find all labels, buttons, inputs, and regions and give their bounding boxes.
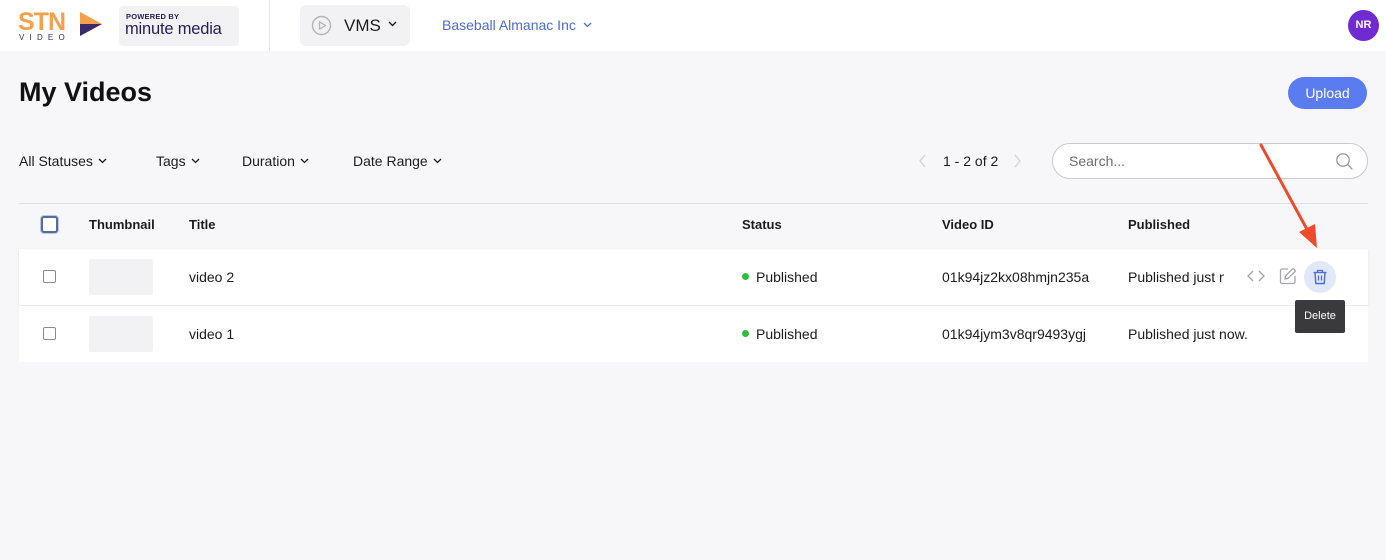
- column-header-title[interactable]: Title: [189, 217, 216, 232]
- video-title[interactable]: video 1: [189, 326, 234, 342]
- duration-filter-label: Duration: [242, 153, 295, 169]
- duration-filter[interactable]: Duration: [242, 153, 309, 169]
- top-bar: STN VIDEO POWERED BY minute media VMS Ba…: [0, 0, 1386, 51]
- select-all-checkbox[interactable]: [41, 216, 58, 233]
- status-filter[interactable]: All Statuses: [19, 153, 107, 169]
- product-label: VMS: [344, 16, 381, 35]
- table-row[interactable]: video 1 Published 01k94jym3v8qr9493ygj P…: [19, 306, 1368, 362]
- play-circle-icon: [311, 15, 332, 36]
- upload-button[interactable]: Upload: [1288, 77, 1367, 109]
- published-text: Published just now.: [1128, 326, 1248, 342]
- code-icon[interactable]: [1246, 266, 1266, 286]
- published-text: Published just now.: [1128, 269, 1224, 285]
- video-id: 01k94jz2kx08hmjn235a: [942, 269, 1090, 285]
- table-row[interactable]: video 2 Published 01k94jz2kx08hmjn235a P…: [19, 249, 1368, 305]
- status-label: Published: [756, 326, 818, 342]
- edit-icon[interactable]: [1278, 266, 1298, 286]
- column-header-thumbnail: Thumbnail: [89, 217, 155, 232]
- row-checkbox[interactable]: [43, 270, 56, 283]
- column-header-status[interactable]: Status: [742, 217, 782, 232]
- product-switcher[interactable]: VMS: [300, 5, 410, 46]
- tags-filter-label: Tags: [156, 153, 186, 169]
- top-divider: [269, 0, 270, 51]
- row-checkbox[interactable]: [43, 327, 56, 340]
- organization-switcher[interactable]: Baseball Almanac Inc: [442, 17, 576, 33]
- pager-next-icon[interactable]: [1012, 153, 1022, 169]
- status-label: Published: [756, 269, 818, 285]
- video-title[interactable]: video 2: [189, 269, 234, 285]
- logo-text: STN: [18, 8, 66, 36]
- column-header-video-id: Video ID: [942, 217, 994, 232]
- chevron-down-icon[interactable]: [583, 22, 592, 28]
- chevron-down-icon: [300, 158, 309, 164]
- pager-text: 1 - 2 of 2: [943, 153, 999, 169]
- search-icon[interactable]: [1335, 152, 1354, 171]
- column-header-published[interactable]: Published: [1128, 217, 1190, 232]
- video-thumbnail[interactable]: [89, 316, 153, 352]
- annotation-arrow-icon: [1259, 143, 1317, 248]
- date-range-filter[interactable]: Date Range: [353, 153, 442, 169]
- delete-tooltip: Delete: [1295, 300, 1345, 333]
- status-dot: [742, 273, 749, 280]
- video-id: 01k94jym3v8qr9493ygj: [942, 326, 1086, 342]
- table-divider: [19, 203, 1368, 204]
- status-cell: Published: [742, 326, 818, 342]
- stn-logo[interactable]: STN VIDEO: [18, 9, 104, 43]
- status-filter-label: All Statuses: [19, 153, 93, 169]
- pager-prev-icon[interactable]: [918, 153, 928, 169]
- status-cell: Published: [742, 269, 818, 285]
- date-range-filter-label: Date Range: [353, 153, 428, 169]
- status-dot: [742, 330, 749, 337]
- tags-filter[interactable]: Tags: [156, 153, 200, 169]
- chevron-down-icon: [191, 158, 200, 164]
- delete-button[interactable]: [1304, 261, 1336, 293]
- video-thumbnail[interactable]: [89, 259, 153, 295]
- logo-subtext: VIDEO: [19, 33, 70, 42]
- page-title: My Videos: [19, 77, 153, 107]
- chevron-down-icon: [388, 21, 397, 27]
- chevron-down-icon: [433, 158, 442, 164]
- stn-play-logo-icon: [80, 12, 102, 36]
- powered-by-brand: minute media: [125, 20, 222, 38]
- trash-icon: [1313, 269, 1327, 285]
- chevron-down-icon: [98, 158, 107, 164]
- user-avatar[interactable]: NR: [1348, 10, 1379, 41]
- powered-by-badge: POWERED BY minute media: [119, 6, 239, 46]
